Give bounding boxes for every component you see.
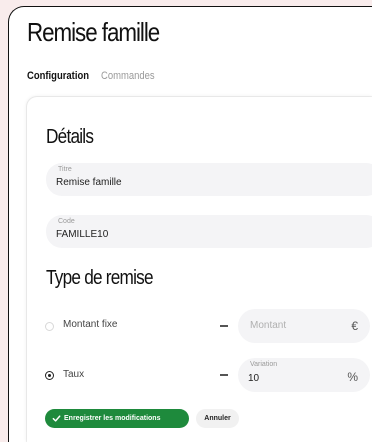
variation-value: 10 xyxy=(248,373,260,384)
save-button-label: Enregistrer les modifications xyxy=(64,415,161,422)
amount-placeholder: Montant xyxy=(250,320,287,331)
fixed-dash xyxy=(220,325,228,327)
percent-unit-icon: % xyxy=(347,370,358,384)
config-card: Détails Titre Remise famille Code FAMILL… xyxy=(27,97,372,442)
rate-radio[interactable] xyxy=(45,371,54,380)
fixed-amount-label[interactable]: Montant fixe xyxy=(63,319,117,330)
check-icon xyxy=(52,415,61,422)
euro-unit-icon: € xyxy=(351,319,358,333)
page-title: Remise famille xyxy=(27,17,160,47)
tab-bar: Configuration Commandes xyxy=(27,70,155,82)
variation-input[interactable]: Variation 10 % xyxy=(238,358,370,392)
title-field-value: Remise famille xyxy=(56,177,122,188)
title-field-label: Titre xyxy=(58,166,72,173)
fixed-amount-radio[interactable] xyxy=(45,322,54,331)
amount-input[interactable]: Montant € xyxy=(238,309,370,343)
rate-label[interactable]: Taux xyxy=(63,369,84,380)
code-field[interactable]: Code FAMILLE10 xyxy=(46,215,372,248)
title-field[interactable]: Titre Remise famille xyxy=(46,163,372,196)
save-button[interactable]: Enregistrer les modifications xyxy=(45,409,189,428)
cancel-button-label: Annuler xyxy=(204,415,231,422)
discount-type-heading: Type de remise xyxy=(46,267,154,289)
cancel-button[interactable]: Annuler xyxy=(196,409,239,428)
rate-dash xyxy=(220,374,228,376)
code-field-label: Code xyxy=(58,218,75,225)
variation-label: Variation xyxy=(250,361,278,368)
app-window: Remise famille Configuration Commandes D… xyxy=(8,6,372,442)
details-heading: Détails xyxy=(46,126,94,148)
tab-configuration[interactable]: Configuration xyxy=(27,70,89,82)
tab-commandes[interactable]: Commandes xyxy=(101,70,155,82)
code-field-value: FAMILLE10 xyxy=(56,229,109,240)
